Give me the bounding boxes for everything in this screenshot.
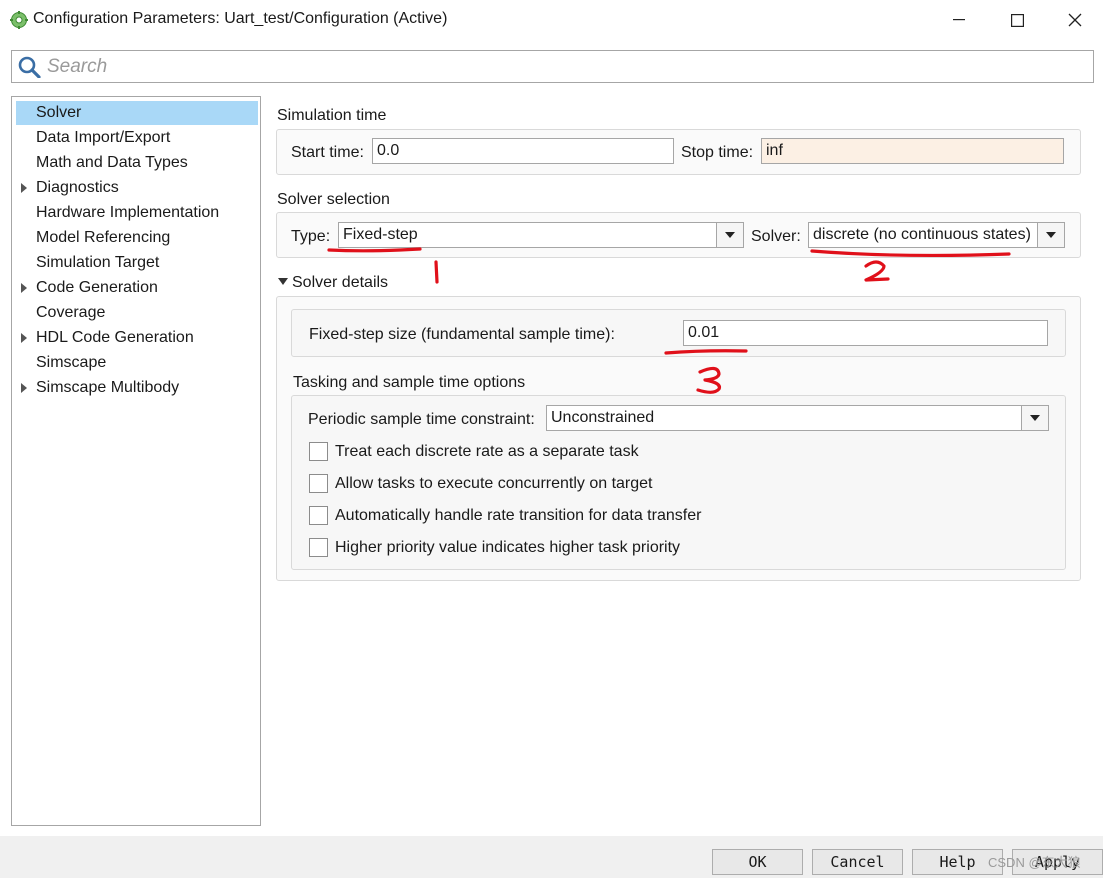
tree-item-model-referencing[interactable]: Model Referencing <box>16 226 258 250</box>
tree-item-hardware-implementation[interactable]: Hardware Implementation <box>16 201 258 225</box>
close-button[interactable] <box>1046 0 1103 40</box>
start-time-label: Start time: <box>291 144 364 161</box>
simulink-gear-icon <box>10 11 28 29</box>
periodic-constraint-value: Unconstrained <box>551 409 655 426</box>
csdn-watermark: CSDN @东大狼 <box>988 855 1081 870</box>
search-placeholder: Search <box>47 56 108 77</box>
chevron-down-icon[interactable] <box>716 223 743 247</box>
tree-item-label: Simscape Multibody <box>36 379 180 396</box>
tree-item-label: Solver <box>36 104 82 121</box>
window-title: Configuration Parameters: Uart_test/Conf… <box>33 10 448 27</box>
solver-details-group: Fixed-step size (fundamental sample time… <box>276 296 1081 581</box>
tree-item-coverage[interactable]: Coverage <box>16 301 258 325</box>
close-icon <box>1068 13 1082 27</box>
solver-dropdown-value: discrete (no continuous states) <box>813 226 1031 243</box>
checkbox[interactable] <box>309 506 328 525</box>
solver-dropdown[interactable]: discrete (no continuous states) <box>808 222 1065 248</box>
tree-item-solver[interactable]: Solver <box>16 101 258 125</box>
expand-arrow-icon[interactable] <box>21 283 27 293</box>
search-box[interactable]: Search <box>11 50 1094 83</box>
tree-item-label: Hardware Implementation <box>36 204 220 221</box>
configuration-parameters-window: Configuration Parameters: Uart_test/Conf… <box>0 0 1103 878</box>
tree-item-label: Coverage <box>36 304 106 321</box>
simulation-time-group: Start time: 0.0 Stop time: inf <box>276 129 1081 175</box>
solver-label: Solver: <box>751 228 801 245</box>
ok-button[interactable]: OK <box>712 849 803 875</box>
cancel-button[interactable]: Cancel <box>812 849 903 875</box>
solver-selection-group: Type: Fixed-step Solver: discrete (no co… <box>276 212 1081 258</box>
checkbox-label: Automatically handle rate transition for… <box>335 507 702 524</box>
solver-settings-pane: Simulation time Start time: 0.0 Stop tim… <box>268 96 1094 826</box>
tree-item-label: Model Referencing <box>36 229 171 246</box>
tree-item-label: HDL Code Generation <box>36 329 194 346</box>
tree-item-label: Simscape <box>36 354 107 371</box>
tree-item-code-generation[interactable]: Code Generation <box>16 276 258 300</box>
solver-selection-heading: Solver selection <box>277 191 390 208</box>
tasking-heading: Tasking and sample time options <box>293 374 526 391</box>
minimize-icon <box>953 19 965 21</box>
expand-arrow-icon[interactable] <box>21 383 27 393</box>
tree-item-label: Math and Data Types <box>36 154 188 171</box>
start-time-field[interactable]: 0.0 <box>372 138 674 164</box>
tree-item-simscape[interactable]: Simscape <box>16 351 258 375</box>
type-label: Type: <box>291 228 331 245</box>
expand-arrow-icon[interactable] <box>21 183 27 193</box>
type-dropdown-value: Fixed-step <box>343 226 418 243</box>
checkbox[interactable] <box>309 474 328 493</box>
checkbox-label: Treat each discrete rate as a separate t… <box>335 443 639 460</box>
checkbox[interactable] <box>309 538 328 557</box>
fixed-step-size-field[interactable]: 0.01 <box>683 320 1048 346</box>
maximize-button[interactable] <box>988 0 1046 40</box>
tree-item-simscape-multibody[interactable]: Simscape Multibody <box>16 376 258 400</box>
search-icon <box>18 56 42 83</box>
tree-item-data-import-export[interactable]: Data Import/Export <box>16 126 258 150</box>
simulation-time-heading: Simulation time <box>277 107 387 124</box>
tree-item-label: Code Generation <box>36 279 158 296</box>
stop-time-label: Stop time: <box>681 144 754 161</box>
tree-item-hdl-code-generation[interactable]: HDL Code Generation <box>16 326 258 350</box>
category-tree: Solver Data Import/Export Math and Data … <box>11 96 261 826</box>
periodic-constraint-label: Periodic sample time constraint: <box>308 411 535 428</box>
solver-details-heading: Solver details <box>292 274 389 291</box>
periodic-constraint-dropdown[interactable]: Unconstrained <box>546 405 1049 431</box>
tasking-group: Periodic sample time constraint: Unconst… <box>291 395 1066 570</box>
fixed-step-group: Fixed-step size (fundamental sample time… <box>291 309 1066 357</box>
tree-item-diagnostics[interactable]: Diagnostics <box>16 176 258 200</box>
tree-item-math-and-data-types[interactable]: Math and Data Types <box>16 151 258 175</box>
checkbox[interactable] <box>309 442 328 461</box>
tree-item-label: Data Import/Export <box>36 129 171 146</box>
tree-item-label: Diagnostics <box>36 179 119 196</box>
collapse-triangle-icon[interactable] <box>278 278 288 285</box>
expand-arrow-icon[interactable] <box>21 333 27 343</box>
chevron-down-icon[interactable] <box>1021 406 1048 430</box>
fixed-step-size-label: Fixed-step size (fundamental sample time… <box>309 326 615 343</box>
checkbox-label: Allow tasks to execute concurrently on t… <box>335 475 653 492</box>
maximize-icon <box>1010 13 1024 27</box>
checkbox-label: Higher priority value indicates higher t… <box>335 539 681 556</box>
stop-time-field[interactable]: inf <box>761 138 1064 164</box>
type-dropdown[interactable]: Fixed-step <box>338 222 744 248</box>
title-bar: Configuration Parameters: Uart_test/Conf… <box>0 0 1103 40</box>
tree-item-label: Simulation Target <box>36 254 160 271</box>
tree-item-simulation-target[interactable]: Simulation Target <box>16 251 258 275</box>
minimize-button[interactable] <box>930 0 988 40</box>
chevron-down-icon[interactable] <box>1037 223 1064 247</box>
